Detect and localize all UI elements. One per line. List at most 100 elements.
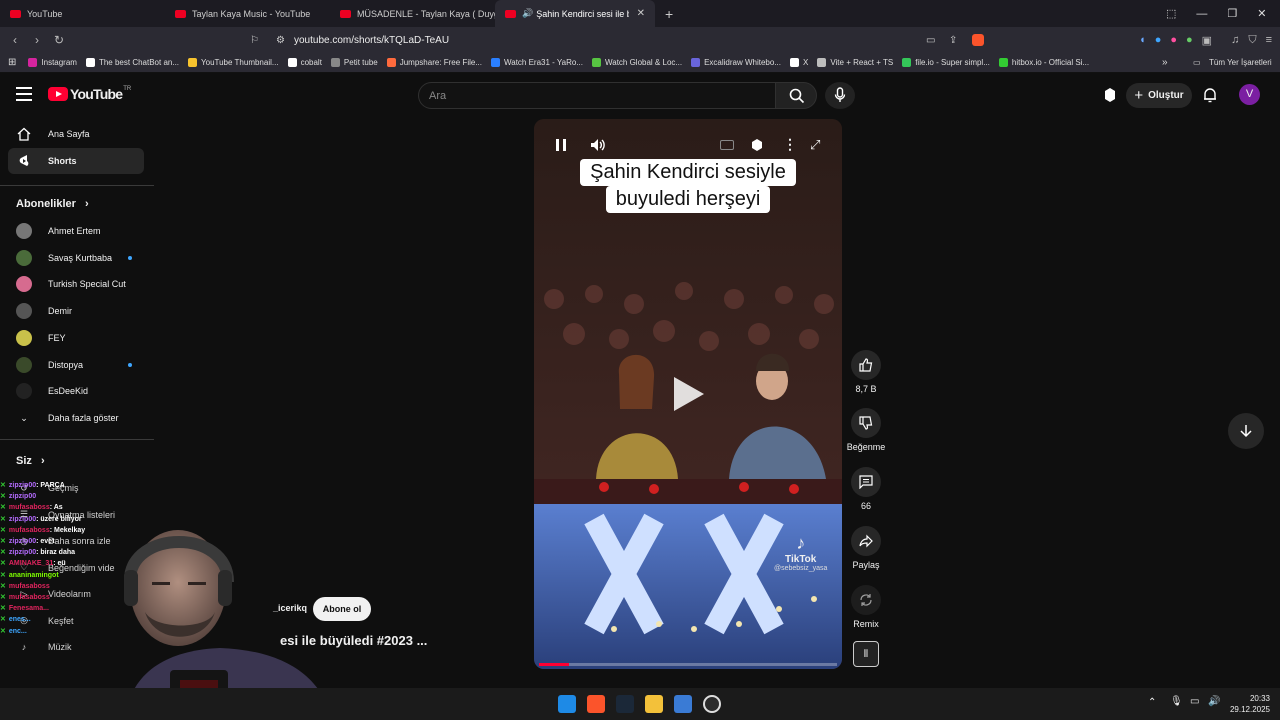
close-window-icon[interactable]: ✕ bbox=[1257, 7, 1266, 20]
bookmark-item[interactable]: YouTube Thumbnail... bbox=[188, 58, 279, 67]
tab-taylan-kaya-music[interactable]: Taylan Kaya Music - YouTube bbox=[165, 0, 330, 27]
avatar[interactable]: V bbox=[1239, 84, 1260, 105]
minimize-icon[interactable]: — bbox=[1196, 8, 1207, 20]
youtube-logo[interactable]: YouTube TR bbox=[48, 86, 131, 102]
shorts-remix-icon[interactable] bbox=[750, 138, 764, 152]
subscriptions-header[interactable]: Abonelikler › bbox=[16, 198, 89, 210]
bookmark-item[interactable]: Watch Global & Loc... bbox=[591, 58, 682, 67]
extension-wave-icon[interactable]: ◖ bbox=[1139, 34, 1146, 46]
chat-username: enc... bbox=[8, 627, 27, 635]
taskbar-clock[interactable]: 20:33 29.12.2025 bbox=[1230, 693, 1270, 715]
window-controls: ⬚ — ❐ ✕ bbox=[1166, 0, 1267, 27]
volume-icon[interactable] bbox=[590, 138, 606, 152]
bookmark-item[interactable]: X bbox=[789, 58, 808, 67]
brave-shield-icon[interactable] bbox=[972, 34, 984, 46]
bookmark-item[interactable]: The best ChatBot an... bbox=[85, 58, 179, 67]
search-input[interactable]: Ara bbox=[418, 82, 776, 109]
bookmark-item[interactable]: Excalidraw Whitebo... bbox=[691, 58, 781, 67]
sidebar-subscription-item[interactable]: Demir bbox=[8, 298, 144, 324]
file-explorer-icon[interactable] bbox=[645, 695, 663, 713]
close-tab-icon[interactable]: ✕ bbox=[637, 8, 645, 19]
reload-icon[interactable]: ↻ bbox=[48, 33, 70, 47]
share-button[interactable]: Paylaş bbox=[846, 526, 886, 570]
sidebar-subscription-item[interactable]: Savaş Kurtbaba bbox=[8, 245, 144, 271]
chat-badge-icon: ✕ bbox=[0, 627, 6, 635]
remix-button[interactable]: Remix bbox=[846, 585, 886, 629]
bookmark-item[interactable]: Watch Era31 - YaRo... bbox=[490, 58, 583, 67]
bookmark-item[interactable]: Vite + React + TS bbox=[817, 58, 893, 67]
extension-pink-icon[interactable]: ● bbox=[1170, 34, 1177, 46]
tray-volume-icon[interactable]: 🔊 bbox=[1208, 696, 1220, 707]
sidebar-subscription-item[interactable]: Ahmet Ertem bbox=[8, 218, 144, 244]
obs-icon[interactable] bbox=[703, 695, 721, 713]
address-bar[interactable]: ⚐ ⚙ youtube.com/shorts/kTQLaD-TeAU ▭ ⇪ bbox=[246, 30, 992, 50]
tray-chevron-up-icon[interactable]: ⌃ bbox=[1148, 697, 1156, 708]
channel-name[interactable]: _icerikq bbox=[273, 603, 307, 613]
vpn-icon[interactable]: ⛉ bbox=[1248, 34, 1256, 47]
captions-icon[interactable] bbox=[720, 140, 734, 150]
share-icon[interactable]: ⇪ bbox=[949, 35, 957, 46]
tab-sahin-kendirci[interactable]: 🔊 Şahin Kendirci sesi ile büyüle ✕ bbox=[495, 0, 655, 27]
restore-icon[interactable]: ❐ bbox=[1227, 7, 1237, 20]
sidebar-item-home[interactable]: Ana Sayfa bbox=[8, 121, 144, 147]
tab-musadenle[interactable]: MÜSADENLE - Taylan Kaya ( Duygusa bbox=[330, 0, 495, 27]
new-tab-button[interactable]: + bbox=[655, 6, 683, 22]
bookmarks-more-button[interactable]: » bbox=[1162, 57, 1168, 68]
all-bookmarks-link[interactable]: Tüm Yer İşaretleri bbox=[1209, 58, 1272, 67]
more-options-icon[interactable]: ⋮ bbox=[783, 136, 797, 153]
sidebar-subscription-item[interactable]: FEY bbox=[8, 325, 144, 351]
sidebar-item-shorts[interactable]: Shorts bbox=[8, 148, 144, 174]
extension-blue-icon[interactable]: ● bbox=[1155, 34, 1162, 46]
browser-tab-bar: YouTube Taylan Kaya Music - YouTube MÜSA… bbox=[0, 0, 1280, 27]
shorts-video-player[interactable]: ⋮ ⤢ Şahin Kendirci sesiyle buyuledi herş… bbox=[534, 119, 842, 669]
pause-icon[interactable] bbox=[556, 139, 566, 151]
shorts-create-icon[interactable] bbox=[1102, 87, 1118, 103]
next-short-button[interactable] bbox=[1228, 413, 1264, 449]
dislike-button[interactable]: Beğenme bbox=[841, 408, 891, 452]
bookmark-item[interactable]: hitbox.io - Official Si... bbox=[998, 58, 1089, 67]
sidebar-subscription-item[interactable]: EsDeeKid bbox=[8, 378, 144, 404]
music-icon[interactable]: ♫ bbox=[1231, 34, 1239, 46]
like-button[interactable]: 8,7 B bbox=[846, 350, 886, 394]
bookmark-item[interactable]: Instagram bbox=[28, 58, 77, 67]
speaker-icon: 🔊 bbox=[522, 8, 534, 18]
bookmark-icon[interactable]: ⚐ bbox=[250, 35, 259, 46]
hamburger-menu-icon[interactable] bbox=[16, 87, 32, 101]
notifications-bell-icon[interactable] bbox=[1202, 87, 1218, 103]
tiktok-watermark: ♪ TikTok @sebebsiz_yasa bbox=[774, 533, 827, 572]
steam-icon[interactable] bbox=[616, 695, 634, 713]
tab-youtube[interactable]: YouTube bbox=[0, 0, 165, 27]
youtube-header: YouTube TR Ara + Oluştur V bbox=[0, 73, 1280, 117]
bookmark-item[interactable]: cobalt bbox=[287, 58, 322, 67]
show-more-button[interactable]: ⌄ Daha fazla göster bbox=[8, 405, 144, 431]
fullscreen-icon[interactable]: ⤢ bbox=[810, 137, 820, 153]
voice-search-button[interactable] bbox=[825, 82, 855, 109]
you-header[interactable]: Siz › bbox=[16, 455, 45, 467]
sidebar-subscription-item[interactable]: Distopya bbox=[8, 352, 144, 378]
apps-grid-icon[interactable]: ⊞ bbox=[8, 57, 16, 68]
extension-icon[interactable]: ⬚ bbox=[1166, 7, 1176, 20]
forward-icon[interactable]: › bbox=[26, 33, 48, 47]
bookmark-item[interactable]: Petit tube bbox=[330, 58, 378, 67]
bookmark-item[interactable]: Jumpshare: Free File... bbox=[386, 58, 482, 67]
store-icon[interactable] bbox=[674, 695, 692, 713]
site-info-icon[interactable]: ⚙ bbox=[276, 35, 285, 46]
video-progress-bar[interactable] bbox=[539, 663, 837, 666]
menu-icon[interactable]: ≡ bbox=[1266, 34, 1272, 46]
search-button[interactable] bbox=[775, 82, 817, 109]
sidebar-subscription-item[interactable]: Turkish Special Cut bbox=[8, 271, 144, 297]
windows-start-icon[interactable] bbox=[558, 695, 576, 713]
create-button[interactable]: + Oluştur bbox=[1126, 83, 1192, 108]
sidebar-icon[interactable]: ▣ bbox=[1202, 34, 1212, 47]
subscribe-button[interactable]: Abone ol bbox=[313, 597, 371, 621]
comments-button[interactable]: 66 bbox=[846, 467, 886, 511]
install-app-icon[interactable]: ▭ bbox=[926, 35, 935, 46]
sound-thumbnail[interactable]: ⦀ bbox=[853, 641, 879, 667]
video-title[interactable]: esi ile büyüledi #2023 ... bbox=[280, 633, 427, 648]
extension-green-icon[interactable]: ● bbox=[1186, 34, 1193, 46]
tray-network-icon[interactable]: ▭ bbox=[1190, 696, 1199, 707]
back-icon[interactable]: ‹ bbox=[4, 33, 26, 47]
bookmark-item[interactable]: file.io - Super simpl... bbox=[902, 58, 990, 67]
brave-browser-icon[interactable] bbox=[587, 695, 605, 713]
tray-microphone-icon[interactable]: 🎙 bbox=[1170, 696, 1183, 707]
